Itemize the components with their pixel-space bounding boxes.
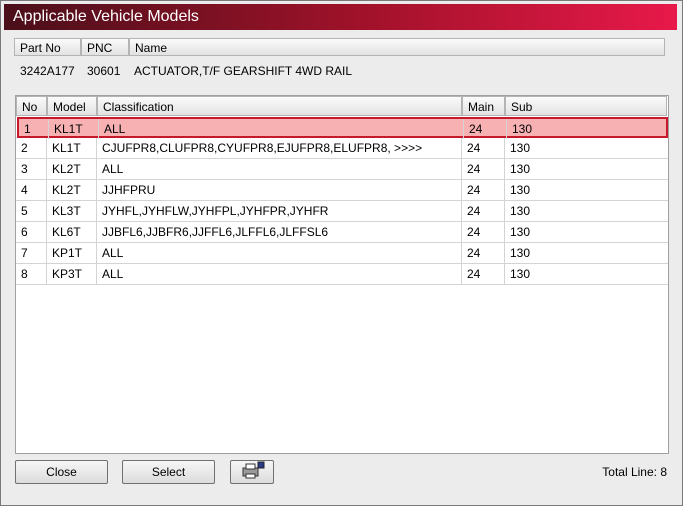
cell-sub: 130 bbox=[510, 246, 531, 260]
pnc-value: 30601 bbox=[87, 64, 121, 78]
cell-no: 3 bbox=[16, 159, 47, 179]
cell-main: 24 bbox=[462, 243, 505, 263]
part-no-header: Part No bbox=[14, 38, 81, 56]
cell-main: 24 bbox=[462, 138, 505, 158]
cell-model: KP3T bbox=[47, 264, 97, 284]
close-button[interactable]: Close bbox=[15, 460, 108, 484]
cell-classification: JJHFPRU bbox=[97, 180, 462, 200]
cell-main: 24 bbox=[462, 264, 505, 284]
col-classification-header[interactable]: Classification bbox=[97, 96, 462, 116]
cell-no: 5 bbox=[16, 201, 47, 221]
cell-main: 24 bbox=[462, 159, 505, 179]
cell-classification: ALL bbox=[99, 119, 464, 139]
cell-no: 4 bbox=[16, 180, 47, 200]
col-sub-header[interactable]: Sub bbox=[505, 96, 667, 116]
window-title: Applicable Vehicle Models bbox=[4, 4, 677, 30]
cell-sub: 130 bbox=[510, 267, 531, 281]
cell-model: KL6T bbox=[47, 222, 97, 242]
dialog-window: Applicable Vehicle Models Part No PNC Na… bbox=[0, 0, 683, 506]
cell-no: 6 bbox=[16, 222, 47, 242]
cell-model: KL3T bbox=[47, 201, 97, 221]
part-no-value: 3242A177 bbox=[20, 64, 75, 78]
cell-sub: 130 bbox=[512, 122, 533, 136]
table-row[interactable]: 4 KL2T JJHFPRU 24 130 bbox=[16, 180, 668, 201]
cell-model: KL2T bbox=[47, 159, 97, 179]
cell-sub: 130 bbox=[510, 183, 531, 197]
cell-no: 1 bbox=[19, 119, 49, 139]
table-row[interactable]: 7 KP1T ALL 24 130 bbox=[16, 243, 668, 264]
cell-main: 24 bbox=[462, 201, 505, 221]
part-info-panel: Part No PNC Name 3242A177 30601 ACTUATOR… bbox=[14, 38, 667, 84]
pnc-header: PNC bbox=[81, 38, 129, 56]
cell-sub: 130 bbox=[510, 225, 531, 239]
table-row[interactable]: 6 KL6T JJBFL6,JJBFR6,JJFFL6,JLFFL6,JLFFS… bbox=[16, 222, 668, 243]
cell-main: 24 bbox=[464, 119, 507, 139]
printer-icon bbox=[239, 461, 265, 486]
cell-model: KL1T bbox=[49, 119, 99, 139]
cell-sub: 130 bbox=[510, 204, 531, 218]
cell-sub: 130 bbox=[510, 141, 531, 155]
table-row[interactable]: 8 KP3T ALL 24 130 bbox=[16, 264, 668, 285]
cell-no: 8 bbox=[16, 264, 47, 284]
table-row[interactable]: 5 KL3T JYHFL,JYHFLW,JYHFPL,JYHFPR,JYHFR … bbox=[16, 201, 668, 222]
cell-classification: ALL bbox=[97, 264, 462, 284]
cell-model: KL1T bbox=[47, 138, 97, 158]
col-no-header[interactable]: No bbox=[16, 96, 47, 116]
total-line-label: Total Line: 8 bbox=[602, 465, 667, 479]
cell-classification: JJBFL6,JJBFR6,JJFFL6,JLFFL6,JLFFSL6 bbox=[97, 222, 462, 242]
col-model-header[interactable]: Model bbox=[47, 96, 97, 116]
col-main-header[interactable]: Main bbox=[462, 96, 505, 116]
cell-model: KP1T bbox=[47, 243, 97, 263]
cell-classification: JYHFL,JYHFLW,JYHFPL,JYHFPR,JYHFR bbox=[97, 201, 462, 221]
cell-model: KL2T bbox=[47, 180, 97, 200]
name-header: Name bbox=[129, 38, 665, 56]
cell-classification: CJUFPR8,CLUFPR8,CYUFPR8,EJUFPR8,ELUFPR8,… bbox=[97, 138, 462, 158]
vehicle-models-grid[interactable]: No Model Classification Main Sub 1 KL1T … bbox=[15, 95, 669, 454]
table-row[interactable]: 2 KL1T CJUFPR8,CLUFPR8,CYUFPR8,EJUFPR8,E… bbox=[16, 138, 668, 159]
cell-no: 2 bbox=[16, 138, 47, 158]
table-row-selected[interactable]: 1 KL1T ALL 24 130 bbox=[17, 117, 668, 139]
cell-main: 24 bbox=[462, 222, 505, 242]
cell-sub: 130 bbox=[510, 162, 531, 176]
cell-classification: ALL bbox=[97, 159, 462, 179]
name-value: ACTUATOR,T/F GEARSHIFT 4WD RAIL bbox=[134, 64, 353, 78]
part-values-row: 3242A177 30601 ACTUATOR,T/F GEARSHIFT 4W… bbox=[14, 62, 667, 80]
cell-classification: ALL bbox=[97, 243, 462, 263]
print-button[interactable] bbox=[230, 460, 274, 484]
table-row[interactable]: 3 KL2T ALL 24 130 bbox=[16, 159, 668, 180]
cell-no: 7 bbox=[16, 243, 47, 263]
cell-main: 24 bbox=[462, 180, 505, 200]
select-button[interactable]: Select bbox=[122, 460, 215, 484]
